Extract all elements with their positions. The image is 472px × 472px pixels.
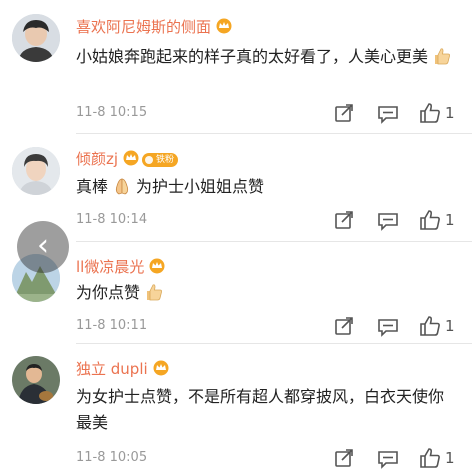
- thumbs-up-icon[interactable]: [419, 447, 441, 469]
- username[interactable]: ll微凉晨光: [76, 256, 166, 278]
- thumbs-up-icon[interactable]: [419, 315, 441, 337]
- username[interactable]: 喜欢阿尼姆斯的侧面: [76, 16, 233, 38]
- username-text[interactable]: 喜欢阿尼姆斯的侧面: [76, 18, 211, 36]
- timestamp: 11-8 10:14: [76, 212, 148, 227]
- share-icon[interactable]: [333, 448, 355, 470]
- comment-item: 倾颜zj 铁粉 真棒 为护士小姐姐点赞 11-8 10:14 1: [0, 134, 472, 234]
- comment-text: 小姑娘奔跑起来的样子真的太好看了，人美心更美: [76, 44, 456, 70]
- username-text[interactable]: ll微凉晨光: [76, 258, 144, 276]
- comment-item: 独立 dupli 为女护士点赞，不是所有超人都穿披风，白衣天使你最美 11-8 …: [0, 344, 472, 472]
- crown-badge-icon: [215, 18, 233, 38]
- comment-text: 为你点赞: [76, 280, 456, 306]
- like-count: 1: [445, 317, 455, 335]
- username[interactable]: 倾颜zj 铁粉: [76, 148, 179, 170]
- avatar[interactable]: [12, 147, 60, 195]
- comment-item: 喜欢阿尼姆斯的侧面 小姑娘奔跑起来的样子真的太好看了，人美心更美 11-8 10…: [0, 0, 472, 124]
- thumbs-up-emoji-icon: [432, 46, 452, 66]
- comment-icon[interactable]: [377, 316, 399, 338]
- crown-badge-icon: [122, 150, 140, 170]
- fan-badge: 铁粉: [142, 152, 179, 167]
- crown-badge-icon: [152, 360, 170, 380]
- timestamp: 11-8 10:15: [76, 105, 148, 120]
- timestamp: 11-8 10:05: [76, 450, 148, 465]
- username[interactable]: 独立 dupli: [76, 358, 170, 380]
- thumbs-up-emoji-icon: [144, 282, 164, 302]
- chevron-left-icon[interactable]: ‹: [17, 221, 69, 273]
- avatar[interactable]: [12, 14, 60, 62]
- share-icon[interactable]: [333, 103, 355, 125]
- share-icon[interactable]: [333, 316, 355, 338]
- comment-text: 真棒 为护士小姐姐点赞: [76, 176, 265, 196]
- timestamp: 11-8 10:11: [76, 318, 148, 333]
- praying-hands-emoji-icon: [112, 176, 132, 196]
- like-count: 1: [445, 449, 455, 467]
- comment-icon[interactable]: [377, 210, 399, 232]
- like-count: 1: [445, 104, 455, 122]
- username-text[interactable]: 倾颜zj: [76, 150, 118, 168]
- thumbs-up-icon[interactable]: [419, 209, 441, 231]
- like-count: 1: [445, 211, 455, 229]
- comment-icon[interactable]: [377, 103, 399, 125]
- crown-badge-icon: [148, 258, 166, 278]
- thumbs-up-icon[interactable]: [419, 102, 441, 124]
- username-text[interactable]: 独立 dupli: [76, 360, 148, 378]
- comment-icon[interactable]: [377, 448, 399, 470]
- share-icon[interactable]: [333, 210, 355, 232]
- comment-item: ll微凉晨光 为你点赞 11-8 10:11 1: [0, 242, 472, 342]
- comment-text: 为女护士点赞，不是所有超人都穿披风，白衣天使你最美: [76, 387, 445, 432]
- avatar[interactable]: [12, 356, 60, 404]
